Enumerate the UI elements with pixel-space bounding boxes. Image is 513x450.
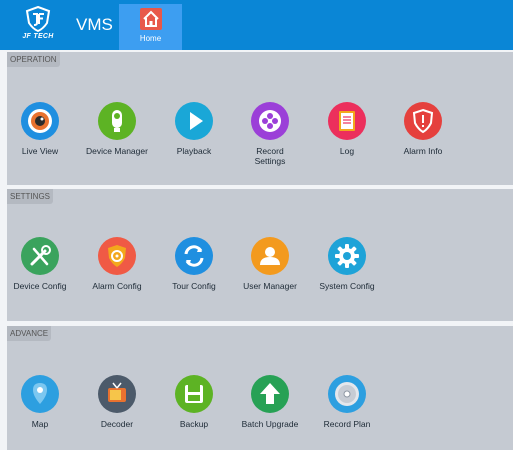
settings-section: SETTINGS Device Config Alarm Config Tour…	[7, 189, 513, 321]
logo-text: JF TECH	[22, 33, 54, 40]
device-config-label: Device Config	[13, 281, 67, 291]
alarm-config-label: Alarm Config	[92, 281, 142, 291]
device-manager-button[interactable]: Device Manager	[82, 102, 152, 156]
alarm-info-label: Alarm Info	[403, 146, 443, 156]
user-manager-icon	[251, 237, 289, 275]
home-icon	[139, 8, 162, 30]
decoder-icon	[98, 375, 136, 413]
alarm-info-icon	[404, 102, 442, 140]
app-title: VMS	[76, 15, 113, 34]
home-tab-label: Home	[139, 34, 162, 43]
tour-config-label: Tour Config	[172, 281, 216, 291]
tour-config-icon	[175, 237, 213, 275]
decoder-button[interactable]: Decoder	[82, 375, 152, 429]
user-manager-button[interactable]: User Manager	[235, 237, 305, 291]
top-bar: JF TECH VMS Home	[0, 0, 513, 50]
shield-logo-icon	[25, 6, 51, 32]
system-config-icon	[328, 237, 366, 275]
live-view-button[interactable]: Live View	[5, 102, 75, 156]
section-label: ADVANCE	[7, 326, 52, 341]
record-plan-icon	[328, 375, 366, 413]
device-manager-label: Device Manager	[86, 146, 148, 156]
brand-logo: JF TECH	[14, 6, 62, 46]
system-config-button[interactable]: System Config	[312, 237, 382, 291]
record-settings-button[interactable]: Record Settings	[235, 102, 305, 166]
record-settings-label: Record Settings	[254, 146, 286, 166]
batch-upgrade-label: Batch Upgrade	[241, 419, 299, 429]
backup-label: Backup	[179, 419, 209, 429]
batch-upgrade-button[interactable]: Batch Upgrade	[235, 375, 305, 429]
decoder-label: Decoder	[100, 419, 134, 429]
log-button[interactable]: Log	[312, 102, 382, 156]
log-label: Log	[339, 146, 355, 156]
batch-upgrade-icon	[251, 375, 289, 413]
alarm-config-icon	[98, 237, 136, 275]
playback-icon	[175, 102, 213, 140]
user-manager-label: User Manager	[243, 281, 297, 291]
map-button[interactable]: Map	[5, 375, 75, 429]
map-label: Map	[31, 419, 49, 429]
playback-button[interactable]: Playback	[159, 102, 229, 156]
section-label: OPERATION	[7, 52, 60, 67]
section-label: SETTINGS	[7, 189, 54, 204]
device-config-icon	[21, 237, 59, 275]
system-config-label: System Config	[319, 281, 375, 291]
map-icon	[21, 375, 59, 413]
playback-label: Playback	[176, 146, 212, 156]
live-view-label: Live View	[21, 146, 59, 156]
record-plan-button[interactable]: Record Plan	[312, 375, 382, 429]
alarm-config-button[interactable]: Alarm Config	[82, 237, 152, 291]
live-view-icon	[21, 102, 59, 140]
home-tab[interactable]: Home	[119, 4, 182, 50]
alarm-info-button[interactable]: Alarm Info	[388, 102, 458, 156]
advance-section: ADVANCE Map Decoder Backup Batch Upgrade…	[7, 326, 513, 450]
tour-config-button[interactable]: Tour Config	[159, 237, 229, 291]
record-settings-icon	[251, 102, 289, 140]
operation-section: OPERATION Live View Device Manager Playb…	[7, 52, 513, 185]
backup-icon	[175, 375, 213, 413]
backup-button[interactable]: Backup	[159, 375, 229, 429]
record-plan-label: Record Plan	[323, 419, 371, 429]
device-manager-icon	[98, 102, 136, 140]
log-icon	[328, 102, 366, 140]
device-config-button[interactable]: Device Config	[5, 237, 75, 291]
